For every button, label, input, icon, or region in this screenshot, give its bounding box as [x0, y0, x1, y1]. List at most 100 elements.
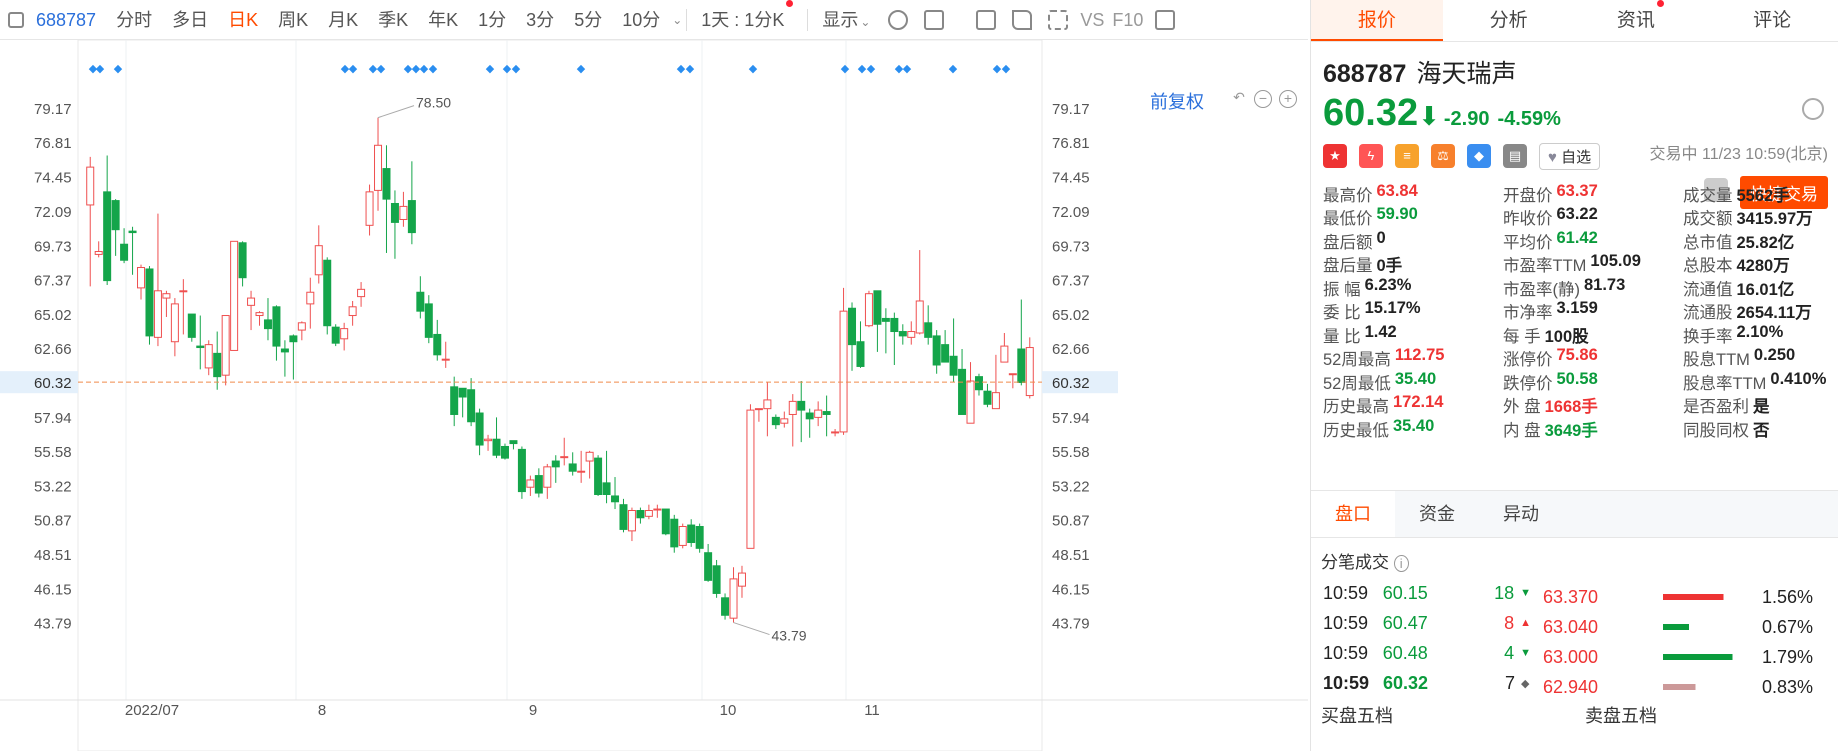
event-diamond-icon[interactable]: ◆	[114, 63, 123, 75]
period-tab-1[interactable]: 多日	[162, 0, 218, 40]
period-tab-7[interactable]: 1分	[468, 0, 516, 40]
candle-body	[966, 380, 975, 424]
candle-body	[890, 317, 899, 333]
event-diamond-icon[interactable]: ◆	[420, 63, 429, 75]
event-diamond-icon[interactable]: ◆	[749, 63, 758, 75]
period-tab-3[interactable]: 周K	[268, 0, 318, 40]
event-diamond-icon[interactable]: ◆	[577, 63, 586, 75]
interval-select[interactable]: 1天 : 1分K	[691, 0, 803, 40]
sub-tab-2[interactable]: 异动	[1479, 491, 1563, 537]
flash-icon[interactable]: ϟ	[1359, 144, 1383, 168]
kline-chart[interactable]: 79.17 79.17 76.81 76.81 74.45 74.45 72.09 72.09…	[0, 40, 1308, 751]
period-tab-0[interactable]: 分时	[106, 0, 162, 40]
period-tab-9[interactable]: 5分	[564, 0, 612, 40]
y-tick-label-left: 48.51	[34, 547, 72, 564]
stat-value: 35.40	[1393, 416, 1435, 435]
candle-body	[653, 508, 662, 511]
stat-cell: 成交量 5562手	[1683, 182, 1833, 206]
level-price: 63.370	[1543, 586, 1599, 607]
event-diamond-icon[interactable]: ◆	[858, 63, 867, 75]
candle-body	[221, 315, 230, 376]
candle-body	[247, 297, 256, 306]
info-icon[interactable]: i	[1393, 555, 1409, 572]
panel-tab-1[interactable]: 分析	[1443, 0, 1575, 41]
candle-body	[475, 412, 484, 446]
candle-body	[196, 345, 205, 349]
candle-body	[340, 328, 349, 340]
sidebar-toggle-icon[interactable]	[8, 11, 24, 28]
event-diamond-icon[interactable]: ◆	[1002, 63, 1011, 75]
zoom-in-icon[interactable]: +	[1279, 90, 1297, 108]
trade-price: 60.15	[1382, 582, 1428, 603]
period-tab-2[interactable]: 日K	[218, 0, 268, 40]
y-tick-label-left: 53.22	[34, 478, 72, 495]
event-diamond-icon[interactable]: ◆	[96, 63, 105, 75]
event-diamond-icon[interactable]: ◆	[993, 63, 1002, 75]
candle-body	[543, 466, 552, 488]
event-diamond-icon[interactable]: ◆	[377, 63, 386, 75]
undo-icon[interactable]: ↶	[1230, 90, 1248, 108]
period-tab-5[interactable]: 季K	[368, 0, 418, 40]
candle-body	[577, 470, 586, 473]
f10-button[interactable]: F10	[1108, 0, 1147, 40]
period-tab-10[interactable]: 10分	[612, 0, 670, 40]
event-diamond-icon[interactable]: ◆	[949, 63, 958, 75]
period-tab-8[interactable]: 3分	[516, 0, 564, 40]
high-marker-line	[377, 105, 415, 119]
fullscreen-icon[interactable]	[1048, 9, 1069, 30]
settings-icon[interactable]	[1802, 98, 1824, 120]
stat-cell: 委 比 15.17%	[1323, 299, 1503, 323]
add-watchlist-button[interactable]: ♥ 自选	[1539, 142, 1601, 170]
note-icon[interactable]: ▤	[1503, 144, 1527, 168]
last-price: 60.32	[1323, 92, 1419, 134]
panel-tab-2[interactable]: 资讯	[1575, 0, 1707, 41]
database-icon[interactable]: ≡	[1395, 144, 1419, 168]
event-diamond-icon[interactable]: ◆	[841, 63, 850, 75]
candle-body	[86, 166, 95, 206]
event-diamond-icon[interactable]: ◆	[686, 63, 695, 75]
stat-value: 63.22	[1556, 205, 1598, 224]
stat-cell: 流通值 16.01亿	[1683, 276, 1833, 300]
trade-time: 10:59	[1323, 612, 1369, 633]
candle-body	[331, 326, 340, 344]
candle-body	[805, 412, 814, 420]
stat-label: 振 幅	[1323, 280, 1361, 299]
event-diamond-icon[interactable]: ◆	[486, 63, 495, 75]
event-diamond-icon[interactable]: ◆	[512, 63, 521, 75]
panel-tabs: 报价 分析 资讯 评论	[1311, 0, 1838, 42]
balance-icon[interactable]: ⚖	[1431, 144, 1455, 168]
candle-body	[416, 291, 425, 312]
period-tab-6[interactable]: 年K	[418, 0, 468, 40]
event-diamond-icon[interactable]: ◆	[867, 63, 876, 75]
trade-direction-icon: ▲	[1520, 617, 1531, 629]
candle-body	[814, 409, 823, 418]
adjust-mode-button[interactable]: 前复权	[1150, 88, 1204, 114]
event-diamond-icon[interactable]: ◆	[677, 63, 686, 75]
tag-icon[interactable]: ◆	[1467, 144, 1491, 168]
panel-toggle-icon[interactable]	[1155, 9, 1176, 30]
event-diamond-icon[interactable]: ◆	[349, 63, 358, 75]
camera-icon[interactable]	[976, 9, 997, 30]
panel-tab-0[interactable]: 报价	[1311, 0, 1443, 41]
sub-tab-0[interactable]: 盘口	[1311, 491, 1395, 537]
period-tab-4[interactable]: 月K	[318, 0, 368, 40]
sub-tab-1[interactable]: 资金	[1395, 491, 1479, 537]
event-diamond-icon[interactable]: ◆	[503, 63, 512, 75]
candle-body	[881, 317, 890, 322]
vs-button[interactable]: VS	[1076, 0, 1108, 40]
stat-value: 81.73	[1584, 275, 1626, 294]
chevron-down-icon[interactable]: ⌄	[672, 13, 682, 27]
event-diamond-icon[interactable]: ◆	[429, 63, 438, 75]
stat-cell: 平均价 61.42	[1503, 229, 1683, 253]
pen-icon[interactable]	[1012, 9, 1033, 30]
stat-label: 股息率TTM	[1683, 374, 1767, 393]
settings-gear-icon[interactable]	[888, 9, 909, 30]
stat-label: 外 盘	[1503, 398, 1541, 417]
panel-tab-3[interactable]: 评论	[1706, 0, 1838, 41]
event-diamond-icon[interactable]: ◆	[903, 63, 912, 75]
zoom-out-icon[interactable]: −	[1254, 90, 1272, 108]
draw-tool-icon[interactable]	[924, 9, 945, 30]
candle-body	[780, 418, 789, 424]
kline-svg[interactable]: 79.17 79.17 76.81 76.81 74.45 74.45 72.09 72.09…	[0, 40, 1308, 751]
display-menu[interactable]: 显示 ⌄	[812, 0, 880, 40]
